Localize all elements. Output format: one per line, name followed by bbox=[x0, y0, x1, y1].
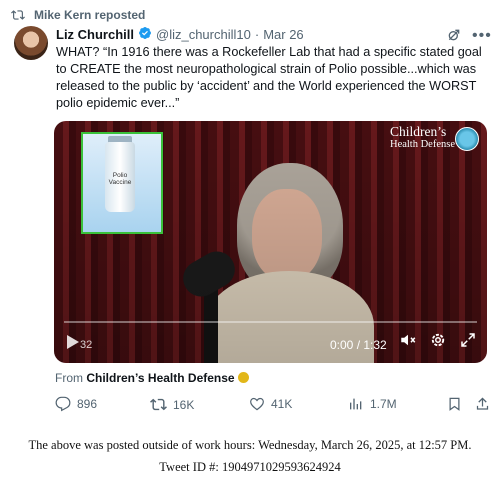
video-time-partial: 32 bbox=[80, 339, 93, 351]
repost-count: 16K bbox=[173, 397, 195, 412]
post-date[interactable]: Mar 26 bbox=[263, 27, 303, 42]
vial-label: Polio Vaccine bbox=[108, 172, 132, 186]
video-time: 0:00 / 1:32 bbox=[330, 338, 387, 352]
bookmark-button[interactable] bbox=[447, 396, 462, 412]
source-name[interactable]: Children’s Health Defense bbox=[86, 371, 234, 385]
play-icon[interactable] bbox=[66, 334, 80, 355]
views-button[interactable]: 1.7M bbox=[348, 396, 397, 412]
views-count: 1.7M bbox=[370, 397, 397, 411]
views-chart-icon bbox=[350, 398, 362, 410]
reply-button[interactable]: 896 bbox=[55, 396, 97, 412]
footer-tweet-id: Tweet ID #: 1904971029593624924 bbox=[159, 460, 341, 474]
repost-indicator: Mike Kern reposted bbox=[11, 8, 145, 22]
video-player[interactable]: Polio Vaccine Children’s Health Defense … bbox=[54, 121, 487, 363]
like-count: 41K bbox=[271, 397, 293, 411]
reply-icon bbox=[55, 396, 71, 412]
gold-badge-icon bbox=[237, 372, 249, 383]
author-handle[interactable]: @liz_churchill10 bbox=[156, 27, 251, 42]
like-button[interactable]: 41K bbox=[249, 396, 292, 412]
video-progress-bar[interactable] bbox=[64, 321, 477, 323]
tweet-card[interactable]: Mike Kern reposted Liz Churchill @liz_ch… bbox=[0, 0, 500, 425]
action-bar: 896 16K 41K 1.7M bbox=[55, 396, 493, 416]
fullscreen-icon[interactable] bbox=[459, 331, 477, 354]
repost-icon bbox=[150, 398, 167, 411]
avatar[interactable] bbox=[14, 26, 48, 60]
tweet-header: Liz Churchill @liz_churchill10 · Mar 26 bbox=[56, 26, 304, 43]
repost-button[interactable]: 16K bbox=[150, 396, 194, 413]
settings-gear-icon[interactable] bbox=[429, 331, 447, 354]
reply-count: 896 bbox=[77, 397, 98, 411]
verified-badge-icon[interactable] bbox=[138, 26, 152, 43]
author-name[interactable]: Liz Churchill bbox=[56, 27, 134, 42]
chd-logo: Children’s Health Defense bbox=[390, 125, 481, 151]
source-prefix: From bbox=[55, 371, 83, 385]
share-button[interactable] bbox=[475, 396, 490, 412]
share-icon bbox=[476, 397, 489, 410]
vaccine-inset-image: Polio Vaccine bbox=[81, 132, 163, 234]
header-separator: · bbox=[254, 27, 260, 42]
footer-work-hours-note: The above was posted outside of work hou… bbox=[28, 438, 472, 452]
repost-icon bbox=[11, 10, 25, 20]
bookmark-icon bbox=[449, 397, 460, 411]
heart-icon bbox=[250, 397, 264, 411]
repost-text[interactable]: Mike Kern reposted bbox=[34, 8, 145, 22]
video-source: From Children’s Health Defense bbox=[55, 371, 249, 385]
mute-icon[interactable] bbox=[399, 331, 417, 354]
globe-icon bbox=[455, 127, 479, 151]
more-options-icon[interactable]: ••• bbox=[472, 27, 492, 45]
tweet-text: WHAT? “In 1916 there was a Rockefeller L… bbox=[56, 45, 482, 110]
